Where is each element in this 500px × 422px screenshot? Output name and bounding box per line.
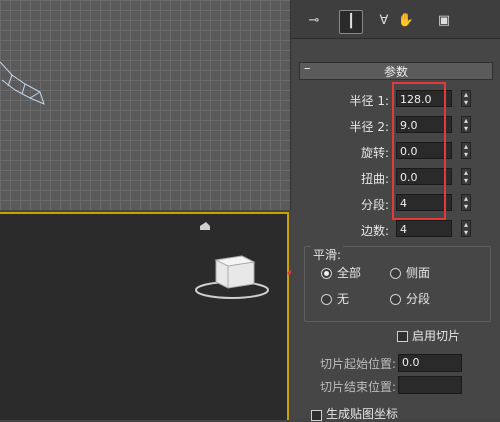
fork-icon[interactable]: ∀ xyxy=(373,10,395,32)
segments-label: 分段: xyxy=(360,198,389,212)
rollout-title: 参数 xyxy=(383,65,408,79)
radius2-spinner[interactable]: ▴ ▾ xyxy=(461,116,471,133)
radius1-label: 半径 1: xyxy=(349,94,390,108)
slice-from-field[interactable]: 0.0 xyxy=(398,354,462,372)
slice-from-label: 切片起始位置: xyxy=(320,357,397,371)
rotation-label: 旋转: xyxy=(360,146,389,160)
sides-field[interactable]: 4 xyxy=(396,220,452,237)
smoothing-title: 平滑: xyxy=(311,246,344,263)
radius1-spinner[interactable]: ▴ ▾ xyxy=(461,90,471,107)
torus-wireframe xyxy=(0,61,45,105)
slice-on-label: 启用切片 xyxy=(412,329,461,343)
command-panel-toolbar: ⊸ ┃ ∀ ✋ ▣ xyxy=(291,0,500,39)
top-viewport[interactable] xyxy=(0,0,291,210)
param-row-sides: 边数: 4 ▴ ▾ xyxy=(291,220,500,240)
radio-all-label: 全部 xyxy=(337,266,362,280)
viewcube-gizmo xyxy=(195,222,269,299)
slice-to-field[interactable] xyxy=(398,376,462,394)
radio-segments-label: 分段 xyxy=(406,292,431,306)
radio-sides-label: 侧面 xyxy=(406,266,431,280)
configure-icon[interactable]: ▣ xyxy=(433,10,455,32)
twist-spinner[interactable]: ▴ ▾ xyxy=(461,168,471,185)
highlight-box xyxy=(392,82,446,220)
gen-mapping-checkbox[interactable] xyxy=(311,410,322,421)
pin-icon[interactable]: ⊸ xyxy=(303,10,325,32)
gen-mapping-label: 生成贴图坐标 xyxy=(326,407,399,421)
sides-label: 边数: xyxy=(360,224,389,238)
radio-all[interactable] xyxy=(321,268,332,279)
perspective-viewport[interactable] xyxy=(0,212,289,420)
twist-label: 扭曲: xyxy=(360,172,389,186)
rotation-spinner[interactable]: ▴ ▾ xyxy=(461,142,471,159)
radio-segments[interactable] xyxy=(390,294,401,305)
slice-on-checkbox[interactable] xyxy=(397,331,408,342)
slice-to-label: 切片结束位置: xyxy=(320,380,397,394)
parameters-rollout-header[interactable]: – 参数 xyxy=(299,61,493,80)
radius2-label: 半径 2: xyxy=(349,120,390,134)
radio-sides[interactable] xyxy=(390,268,401,279)
radio-none[interactable] xyxy=(321,294,332,305)
segments-spinner[interactable]: ▴ ▾ xyxy=(461,194,471,211)
modifier-stack-icon[interactable]: ┃ xyxy=(339,10,363,34)
hand-icon[interactable]: ✋ xyxy=(395,10,417,32)
radio-none-label: 无 xyxy=(337,292,350,306)
sides-spinner[interactable]: ▴ ▾ xyxy=(461,220,471,237)
